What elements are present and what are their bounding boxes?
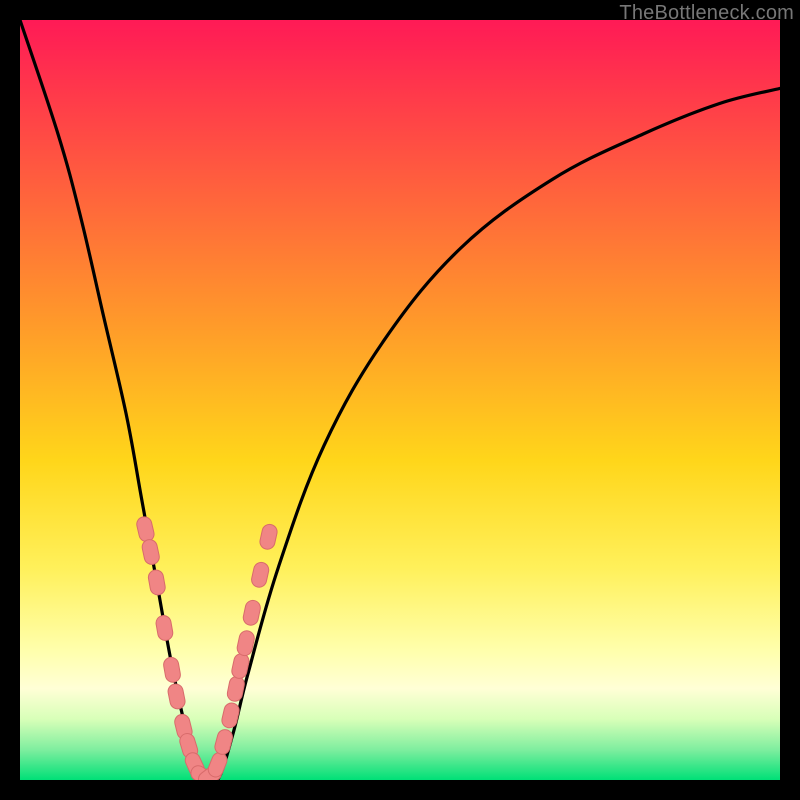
curve-marker bbox=[167, 683, 187, 710]
chart-frame: TheBottleneck.com bbox=[0, 0, 800, 800]
plot-area bbox=[20, 20, 780, 780]
bottleneck-curve bbox=[20, 20, 780, 780]
curve-marker bbox=[135, 515, 155, 543]
curve-marker bbox=[259, 523, 279, 551]
curve-marker bbox=[242, 599, 262, 627]
curve-marker bbox=[141, 538, 161, 566]
curve-marker bbox=[220, 702, 240, 730]
chart-svg bbox=[20, 20, 780, 780]
curve-marker bbox=[155, 614, 174, 641]
watermark-text: TheBottleneck.com bbox=[619, 2, 794, 25]
marker-group bbox=[135, 515, 278, 780]
curve-marker bbox=[147, 569, 166, 596]
curve-marker bbox=[213, 728, 234, 756]
curve-marker bbox=[162, 656, 181, 683]
curve-marker bbox=[250, 561, 270, 589]
